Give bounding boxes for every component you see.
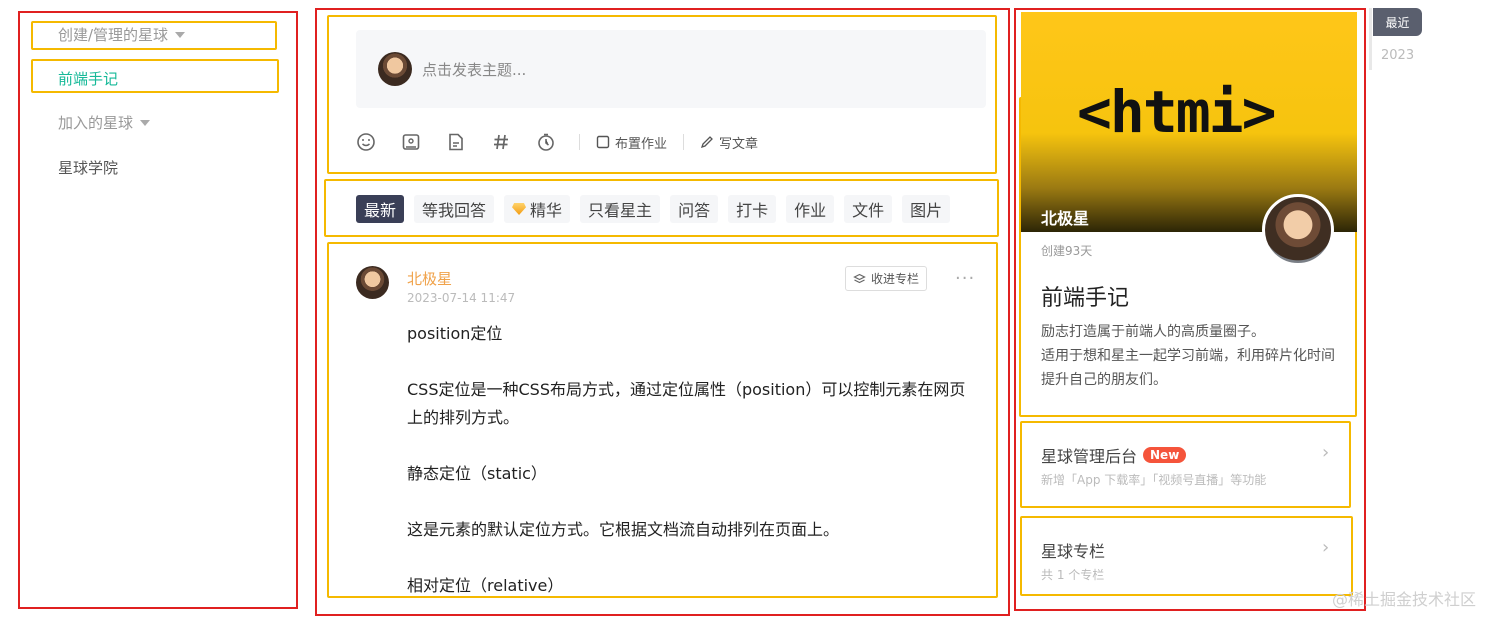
- timeline-year[interactable]: 2023: [1381, 48, 1414, 63]
- composer-toolbar: 布置作业 写文章: [356, 128, 776, 156]
- sidebar-item-label: 前端手记: [58, 70, 119, 88]
- checkbox-icon: [596, 135, 610, 149]
- sidebar-item-joined[interactable]: 加入的星球: [58, 112, 151, 133]
- assign-homework-button[interactable]: 布置作业: [596, 133, 667, 152]
- tab-label: 精华: [530, 201, 563, 220]
- post-paragraph: 相对定位（relative）: [407, 576, 564, 595]
- club-title: 前端手记: [1041, 286, 1130, 311]
- post-body: position定位 CSS定位是一种CSS布局方式，通过定位属性（positi…: [407, 320, 972, 626]
- club-description-line: 适用于想和星主一起学习前端，利用碎片化时间提升自己的朋友们。: [1041, 348, 1335, 388]
- file-icon[interactable]: [446, 132, 466, 152]
- tab-checkin[interactable]: 打卡: [728, 195, 777, 223]
- write-article-label: 写文章: [719, 136, 759, 152]
- post-paragraph: CSS定位是一种CSS布局方式，通过定位属性（position）可以控制元素在网…: [407, 380, 966, 427]
- tab-label: 作业: [794, 201, 827, 220]
- post-timestamp: 2023-07-14 11:47: [407, 291, 516, 305]
- tab-label: 文件: [852, 201, 885, 220]
- collect-to-column-button[interactable]: 收进专栏: [845, 266, 928, 291]
- annotation-box-left: [18, 11, 298, 609]
- diamond-icon: [512, 203, 527, 215]
- timeline-track: [1369, 8, 1372, 70]
- emoji-icon[interactable]: [356, 132, 376, 152]
- post-paragraph: 静态定位（static）: [407, 464, 547, 483]
- hashtag-icon[interactable]: [491, 132, 511, 152]
- tab-label: 等我回答: [422, 201, 487, 220]
- tab-homework[interactable]: 作业: [786, 195, 835, 223]
- tab-owner-only[interactable]: 只看星主: [580, 195, 661, 223]
- timer-icon[interactable]: [536, 132, 556, 152]
- tab-featured[interactable]: 精华: [504, 195, 571, 223]
- sidebar-item-label: 星球学院: [58, 159, 119, 177]
- sidebar-item-club[interactable]: 前端手记: [58, 68, 118, 89]
- club-created-days: 创建93天: [1041, 244, 1093, 258]
- write-article-button[interactable]: 写文章: [700, 133, 758, 152]
- stack-icon: [853, 273, 866, 284]
- chevron-right-icon[interactable]: ›: [1322, 537, 1329, 558]
- avatar: [378, 52, 412, 86]
- column-card-subtitle: 共 1 个专栏: [1041, 568, 1105, 582]
- tab-label: 问答: [678, 201, 711, 220]
- new-badge: New: [1143, 447, 1187, 463]
- post-composer[interactable]: 点击发表主题...: [356, 30, 986, 108]
- composer-placeholder: 点击发表主题...: [422, 60, 527, 79]
- club-description: 励志打造属于前端人的高质量圈子。 适用于想和星主一起学习前端，利用碎片化时间提升…: [1041, 320, 1341, 392]
- post-paragraph: position定位: [407, 324, 503, 343]
- image-icon[interactable]: [401, 132, 421, 152]
- watermark: @稀土掘金技术社区: [1332, 590, 1477, 609]
- tab-label: 打卡: [736, 201, 769, 220]
- tab-label: 只看星主: [588, 201, 653, 220]
- timeline-recent[interactable]: 最近: [1373, 8, 1422, 36]
- cover-html-text: <htmi>: [1077, 78, 1277, 146]
- toolbar-divider: [683, 134, 685, 150]
- sidebar-item-label: 创建/管理的星球: [58, 26, 169, 44]
- feed-tabs: 最新 等我回答 精华 只看星主 问答 打卡 作业 文件 图片: [356, 195, 951, 223]
- pen-icon: [700, 136, 713, 149]
- club-description-line: 励志打造属于前端人的高质量圈子。: [1041, 324, 1265, 340]
- collect-label: 收进专栏: [871, 272, 920, 286]
- caret-down-icon: [175, 31, 186, 38]
- admin-card-title: 星球管理后台 New: [1041, 443, 1187, 467]
- tab-label: 图片: [910, 201, 943, 220]
- avatar[interactable]: [1262, 194, 1334, 266]
- caret-down-icon: [140, 119, 151, 126]
- sidebar-item-label: 加入的星球: [58, 114, 134, 132]
- tab-label: 最新: [364, 201, 397, 220]
- column-card-title: 星球专栏: [1041, 542, 1106, 561]
- tab-qa[interactable]: 问答: [670, 195, 719, 223]
- admin-card-label: 星球管理后台: [1041, 447, 1138, 466]
- tab-images[interactable]: 图片: [902, 195, 951, 223]
- assign-homework-label: 布置作业: [615, 136, 668, 152]
- more-options-icon[interactable]: ···: [955, 268, 975, 289]
- tab-awaiting-answer[interactable]: 等我回答: [414, 195, 495, 223]
- club-owner-name: 北极星: [1041, 209, 1090, 228]
- admin-card-subtitle: 新增「App 下载率」「视频号直播」等功能: [1041, 473, 1267, 487]
- tab-files[interactable]: 文件: [844, 195, 893, 223]
- sidebar-item-created-managed[interactable]: 创建/管理的星球: [58, 24, 186, 45]
- toolbar-divider: [579, 134, 580, 150]
- avatar[interactable]: [356, 266, 389, 299]
- chevron-right-icon[interactable]: ›: [1322, 442, 1329, 463]
- tab-latest[interactable]: 最新: [356, 195, 405, 223]
- sidebar-item-academy[interactable]: 星球学院: [58, 157, 118, 178]
- post-author[interactable]: 北极星: [407, 268, 452, 289]
- post-paragraph: 这是元素的默认定位方式。它根据文档流自动排列在页面上。: [407, 520, 840, 539]
